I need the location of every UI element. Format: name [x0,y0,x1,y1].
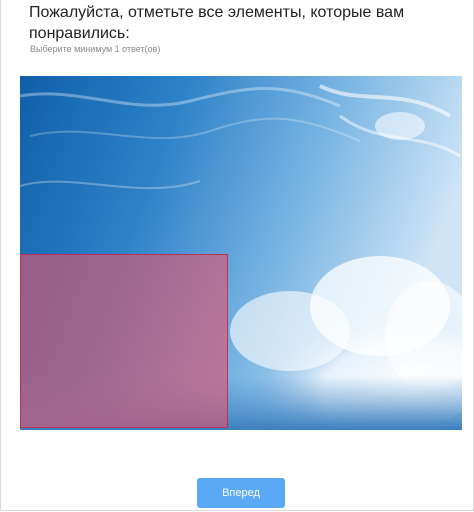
selectable-image[interactable] [20,76,462,430]
survey-frame: Пожалуйста, отметьте все элементы, котор… [0,0,474,511]
question-title: Пожалуйста, отметьте все элементы, котор… [29,4,405,42]
selected-region[interactable] [20,254,228,428]
next-button[interactable]: Вперед [197,478,285,508]
question-hint: Выберите минимум 1 ответ(ов) [30,44,161,54]
